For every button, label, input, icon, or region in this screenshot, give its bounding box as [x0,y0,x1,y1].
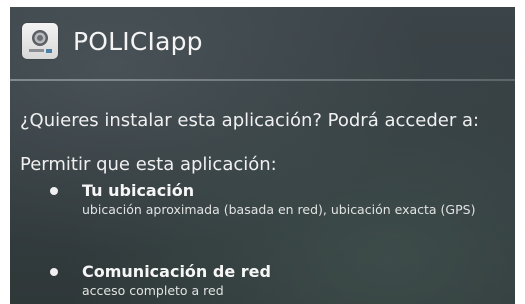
title-divider [10,79,515,81]
bullet-icon [50,187,58,195]
permissions-heading: Permitir que esta aplicación: [20,154,277,175]
title-bar: POLICIapp [10,7,515,79]
bullet-icon [50,268,58,276]
install-question: ¿Quieres instalar esta aplicación? Podrá… [20,110,480,131]
permission-title: Tu ubicación [82,181,195,200]
app-title: POLICIapp [73,27,203,56]
install-screen: POLICIapp ¿Quieres instalar esta aplicac… [10,7,515,304]
permission-description: ubicación aproximada (basada en red), ub… [82,202,476,217]
permission-title: Comunicación de red [82,262,271,281]
permission-description: acceso completo a red [82,283,224,298]
photo-frame: POLICIapp ¿Quieres instalar esta aplicac… [0,0,525,304]
police-shield-icon [22,23,58,59]
